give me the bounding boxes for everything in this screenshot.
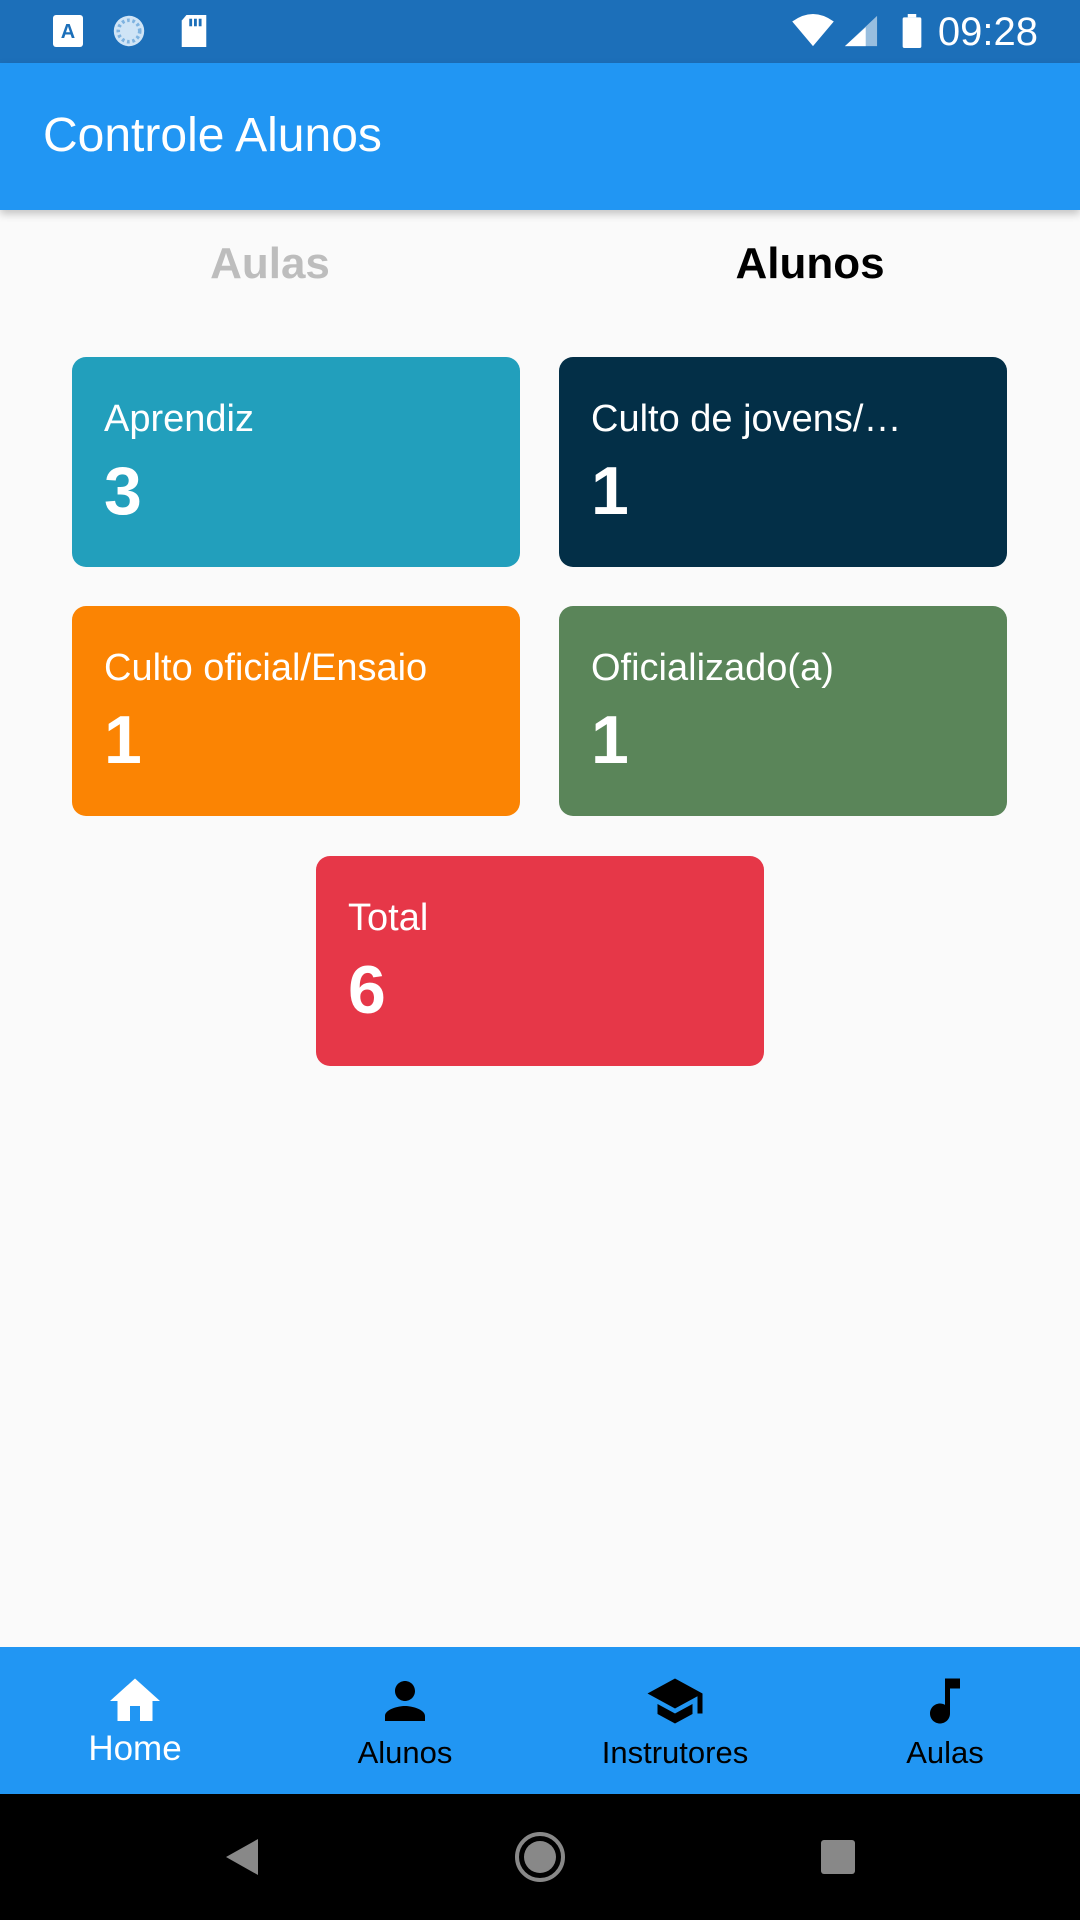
card-value: 3 bbox=[104, 453, 142, 529]
svg-text:A: A bbox=[61, 21, 75, 43]
card-label: Culto oficial/Ensaio bbox=[104, 647, 428, 689]
app-title: Controle Alunos bbox=[43, 109, 382, 162]
card-label: Culto de jovens/… bbox=[591, 398, 902, 440]
card-label: Total bbox=[348, 897, 429, 939]
bottom-navigation: Home Alunos Instrutores Aulas bbox=[0, 1647, 1080, 1794]
card-value: 1 bbox=[591, 702, 629, 778]
nav-label: Home bbox=[88, 1729, 182, 1768]
tab-alunos[interactable]: Alunos bbox=[540, 238, 1080, 290]
card-culto-oficial[interactable]: Culto oficial/Ensaio 1 bbox=[72, 606, 520, 816]
back-icon[interactable] bbox=[212, 1827, 272, 1887]
nav-instrutores[interactable]: Instrutores bbox=[540, 1647, 810, 1794]
nav-label: Alunos bbox=[357, 1735, 453, 1770]
card-oficializado[interactable]: Oficializado(a) 1 bbox=[559, 606, 1007, 816]
nav-label: Aulas bbox=[906, 1735, 984, 1770]
tab-aulas[interactable]: Aulas bbox=[0, 238, 540, 290]
nav-aulas[interactable]: Aulas bbox=[810, 1647, 1080, 1794]
card-label: Aprendiz bbox=[104, 398, 254, 440]
sync-circle-icon bbox=[113, 15, 145, 47]
app-bar: Controle Alunos bbox=[0, 63, 1080, 210]
card-aprendiz[interactable]: Aprendiz 3 bbox=[72, 357, 520, 567]
home-icon bbox=[110, 1678, 160, 1721]
status-bar: A 09:28 bbox=[0, 0, 1080, 63]
system-navigation-bar bbox=[0, 1794, 1080, 1920]
recents-square-icon[interactable] bbox=[808, 1827, 868, 1887]
card-label: Oficializado(a) bbox=[591, 647, 834, 689]
card-value: 1 bbox=[104, 702, 142, 778]
nav-home[interactable]: Home bbox=[0, 1647, 270, 1794]
card-value: 1 bbox=[591, 453, 629, 529]
status-clock: 09:28 bbox=[937, 10, 1038, 54]
nav-label: Instrutores bbox=[601, 1735, 749, 1770]
card-value: 6 bbox=[348, 952, 386, 1028]
card-culto-jovens[interactable]: Culto de jovens/… 1 bbox=[559, 357, 1007, 567]
person-icon bbox=[385, 1681, 425, 1721]
graduation-cap-icon bbox=[647, 1678, 703, 1724]
nav-alunos[interactable]: Alunos bbox=[270, 1647, 540, 1794]
card-total[interactable]: Total 6 bbox=[316, 856, 764, 1066]
signal-icon bbox=[844, 15, 878, 47]
tab-bar: Aulas Alunos bbox=[0, 210, 1080, 320]
music-note-icon bbox=[930, 1678, 960, 1724]
battery-icon bbox=[902, 14, 922, 48]
wifi-icon bbox=[792, 14, 834, 47]
home-circle-icon[interactable] bbox=[510, 1827, 570, 1887]
sd-card-icon bbox=[181, 14, 207, 48]
translate-a-icon: A bbox=[53, 15, 83, 47]
